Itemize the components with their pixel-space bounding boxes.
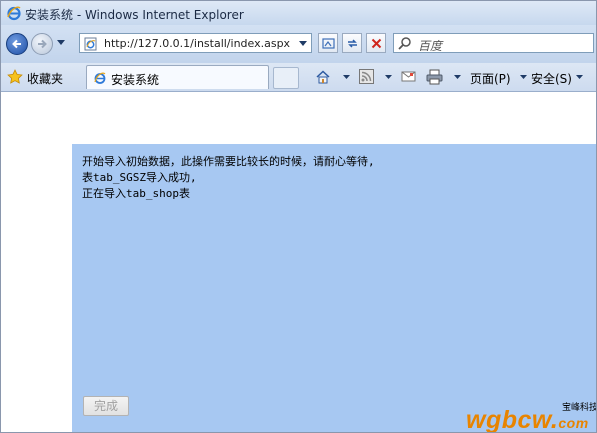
search-placeholder: 百度 [418, 39, 443, 53]
printer-icon [426, 69, 443, 85]
stop-icon [371, 38, 382, 49]
watermark-site: wgbcw.com [466, 406, 589, 433]
forward-arrow-icon [38, 39, 47, 49]
search-field[interactable]: 百度 [393, 33, 594, 53]
favorites-label: 收藏夹 [27, 72, 64, 86]
log-line: 正在导入tab_shop表 [82, 187, 190, 200]
back-arrow-icon [12, 39, 21, 49]
page-menu-label: 页面(P) [470, 72, 511, 86]
home-dropdown-icon[interactable] [343, 75, 350, 79]
stop-button[interactable] [366, 33, 386, 53]
install-log: 开始导入初始数据，此操作需要比较长的时候，请耐心等待, 表tab_SGSZ导入成… [82, 154, 375, 202]
home-icon [316, 70, 330, 84]
compatibility-view-button[interactable] [318, 33, 338, 53]
log-line: 表tab_SGSZ导入成功, [82, 171, 197, 184]
rss-feed-icon [359, 69, 374, 84]
ie-logo-icon [6, 5, 22, 24]
ie-page-icon [94, 72, 106, 84]
search-icon [398, 37, 411, 50]
refresh-icon [348, 39, 357, 48]
page-icon [84, 37, 97, 51]
address-field[interactable]: http://127.0.0.1/install/index.aspx [79, 33, 312, 53]
safety-dropdown-icon [576, 75, 583, 79]
address-toolbar: http://127.0.0.1/install/index.aspx 百度 [1, 25, 596, 63]
compatibility-icon [322, 38, 335, 49]
page-content: 开始导入初始数据，此操作需要比较长的时候，请耐心等待, 表tab_SGSZ导入成… [1, 92, 596, 432]
finish-button[interactable]: 完成 [83, 396, 129, 416]
watermark-tld: com [558, 415, 589, 431]
tab-install-system[interactable]: 安装系统 [86, 65, 269, 89]
tab-label: 安装系统 [111, 73, 160, 87]
watermark-site-name: wgbcw [466, 406, 551, 433]
back-button[interactable] [6, 33, 28, 55]
browser-window: 安装系统 - Windows Internet Explorer http://… [0, 0, 597, 433]
favorites-star-icon [7, 69, 23, 84]
log-line: 开始导入初始数据，此操作需要比较长的时候，请耐心等待, [82, 155, 375, 168]
url-text: http://127.0.0.1/install/index.aspx [104, 37, 291, 50]
feeds-dropdown-icon[interactable] [385, 75, 392, 79]
forward-button[interactable] [31, 33, 53, 55]
address-dropdown-icon[interactable] [299, 41, 307, 46]
new-tab-button[interactable] [273, 67, 299, 89]
install-panel: 开始导入初始数据，此操作需要比较长的时候，请耐心等待, 表tab_SGSZ导入成… [72, 144, 596, 432]
tab-bar: 收藏夹 安装系统 页面(P) 安全(S) [1, 63, 596, 92]
mail-icon [401, 71, 416, 82]
recent-pages-dropdown-icon[interactable] [57, 40, 65, 45]
safety-menu-label: 安全(S) [531, 72, 572, 86]
window-title: 安装系统 - Windows Internet Explorer [25, 8, 244, 22]
print-dropdown-icon[interactable] [454, 75, 461, 79]
refresh-button[interactable] [342, 33, 362, 53]
title-bar: 安装系统 - Windows Internet Explorer [1, 1, 596, 25]
page-dropdown-icon [520, 75, 527, 79]
